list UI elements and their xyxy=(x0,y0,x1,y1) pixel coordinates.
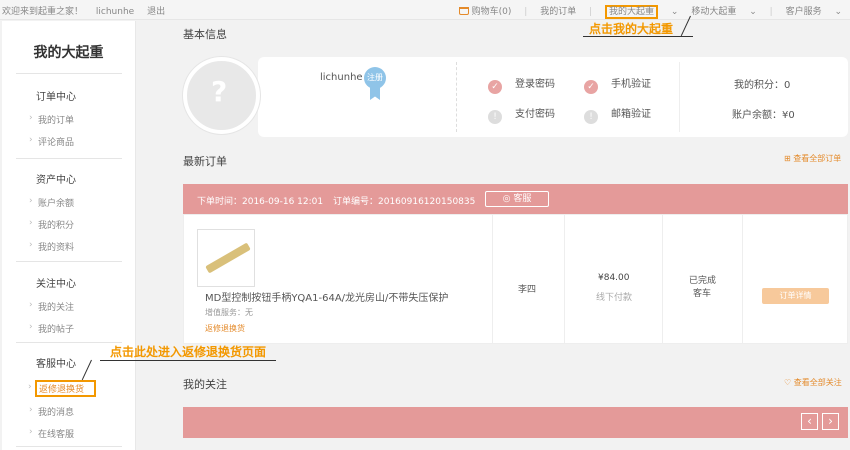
divider: | xyxy=(524,7,528,17)
chevron-right-icon: › xyxy=(828,414,833,428)
side-group-head: 关注中心 xyxy=(36,279,76,290)
payment-method: 线下付款 xyxy=(596,293,633,303)
sidebar-item-messages[interactable]: 我的消息 xyxy=(29,405,136,418)
divider xyxy=(16,342,122,343)
sidebar-item-returns[interactable]: 返修退换货 xyxy=(28,380,96,397)
security-email-verify[interactable]: ! 邮箱验证 xyxy=(584,105,651,124)
security-phone-verify[interactable]: ✓ 手机验证 xyxy=(584,75,651,94)
cart-icon xyxy=(458,7,469,15)
product-photo xyxy=(205,242,251,274)
order-number: 订单编号：2016091612015083​5 xyxy=(333,197,476,207)
my-orders-link[interactable]: 我的订单 xyxy=(540,7,576,17)
sidebar-item-my-follow[interactable]: 我的关注 xyxy=(29,300,136,313)
follow-title: 我的关注 xyxy=(183,378,227,391)
points-text: 我的积分：0 xyxy=(734,80,791,91)
username-link[interactable]: lichunhe xyxy=(96,7,134,17)
order-time: 下单时间：2016-09-16 12:01 xyxy=(197,197,324,207)
divider xyxy=(456,62,457,132)
sidebar-item-online-service[interactable]: 在线客服 xyxy=(29,427,136,440)
view-all-orders-link[interactable]: ⊞ 查看全部订单 xyxy=(784,153,841,164)
return-exchange-link[interactable]: 返修退换货 xyxy=(205,323,245,334)
side-group-service: 客服中心 返修退换货 我的消息 在线客服 xyxy=(2,355,136,440)
check-icon: ✓ xyxy=(584,80,598,94)
callout-my-daqizhong: 点击我的大起重 xyxy=(589,22,674,36)
chevron-down-icon: ⌄ xyxy=(834,7,842,17)
divider xyxy=(662,214,663,344)
side-group-orders: 订单中心 我的订单 评论商品 xyxy=(2,88,136,148)
order-row xyxy=(183,214,848,344)
check-icon: ✓ xyxy=(488,80,502,94)
heart-icon: ♡ xyxy=(784,378,794,387)
customer-service-button[interactable]: ◎ 客服 xyxy=(485,191,549,207)
carousel-prev-button[interactable]: ‹ xyxy=(801,413,818,430)
chevron-down-icon: ⌄ xyxy=(670,7,679,17)
sidebar-item-points[interactable]: 我的积分 xyxy=(29,218,136,231)
callout-returns: 点击此处进入返修退换货页面 xyxy=(110,345,267,359)
exclamation-icon: ! xyxy=(584,110,598,124)
top-bar: 欢迎来到起重之家！ lichunhe 退出 购物车(0) | 我的订单 | 我的… xyxy=(0,0,850,20)
callout-underline xyxy=(100,360,276,361)
security-pay-password[interactable]: ! 支付密码 xyxy=(488,105,555,124)
cart-link[interactable]: 购物车(0) xyxy=(458,7,511,17)
sidebar-item-my-orders[interactable]: 我的订单 xyxy=(29,113,136,126)
view-all-follow-link[interactable]: ♡ 查看全部关注 xyxy=(784,377,842,388)
logout-link[interactable]: 退出 xyxy=(147,7,165,17)
product-image[interactable] xyxy=(197,229,255,287)
value-added-service: 增值服务：无 xyxy=(205,308,253,317)
divider xyxy=(742,214,743,344)
divider xyxy=(16,446,122,447)
carousel-next-button[interactable]: › xyxy=(822,413,839,430)
list-icon: ⊞ xyxy=(784,154,794,163)
chevron-left-icon: ‹ xyxy=(807,414,812,428)
buyer-name: 李四 xyxy=(518,285,537,295)
basic-info-title: 基本信息 xyxy=(183,28,227,41)
my-daqizhong-link[interactable]: 我的大起重 xyxy=(605,5,659,19)
profile-card xyxy=(258,57,848,137)
side-group-follow: 关注中心 我的关注 我的帖子 xyxy=(2,275,136,335)
sidebar: 我的大起重 订单中心 我的订单 评论商品 资产中心 账户余额 我的积分 我的资料… xyxy=(2,21,136,450)
divider xyxy=(564,214,565,344)
divider xyxy=(492,214,493,344)
divider xyxy=(16,158,122,159)
side-group-assets: 资产中心 账户余额 我的积分 我的资料 xyxy=(2,171,136,253)
avatar[interactable]: ? xyxy=(183,57,260,134)
side-group-head: 资产中心 xyxy=(36,175,76,186)
order-status: 已完成 xyxy=(689,276,717,286)
side-group-head: 订单中心 xyxy=(36,92,76,103)
follow-carousel-bar xyxy=(183,407,848,438)
divider xyxy=(16,73,122,74)
divider xyxy=(679,62,680,132)
sidebar-title: 我的大起重 xyxy=(33,45,104,61)
order-price: ¥84.00 xyxy=(598,273,630,283)
headset-icon: ◎ xyxy=(502,194,514,204)
product-name[interactable]: MD型控制按钮手柄YQA1-64A/龙光房山/不带失压保护 xyxy=(205,289,448,304)
divider: | xyxy=(769,7,773,17)
latest-orders-title: 最新订单 xyxy=(183,155,227,168)
sidebar-item-profile[interactable]: 我的资料 xyxy=(29,240,136,253)
balance-text: 账户余额：¥0 xyxy=(732,110,795,121)
divider xyxy=(16,261,122,262)
security-login-password[interactable]: ✓ 登录密码 xyxy=(488,75,555,94)
sidebar-item-balance[interactable]: 账户余额 xyxy=(29,196,136,209)
register-badge: 注册 xyxy=(364,67,386,89)
exclamation-icon: ! xyxy=(488,110,502,124)
mobile-link[interactable]: 移动大起重 xyxy=(691,7,736,17)
order-detail-button[interactable]: 订单详情 xyxy=(762,288,829,304)
welcome-text: 欢迎来到起重之家！ xyxy=(2,7,84,17)
chevron-down-icon: ⌄ xyxy=(749,7,757,17)
service-link[interactable]: 客户服务 xyxy=(786,7,822,17)
callout-underline xyxy=(583,36,693,37)
delivery-method: 客车 xyxy=(693,289,712,299)
question-mark-icon: ? xyxy=(211,75,228,108)
profile-username: lichunhe xyxy=(320,72,363,83)
divider: | xyxy=(589,7,593,17)
sidebar-item-my-posts[interactable]: 我的帖子 xyxy=(29,322,136,335)
sidebar-item-review[interactable]: 评论商品 xyxy=(29,135,136,148)
